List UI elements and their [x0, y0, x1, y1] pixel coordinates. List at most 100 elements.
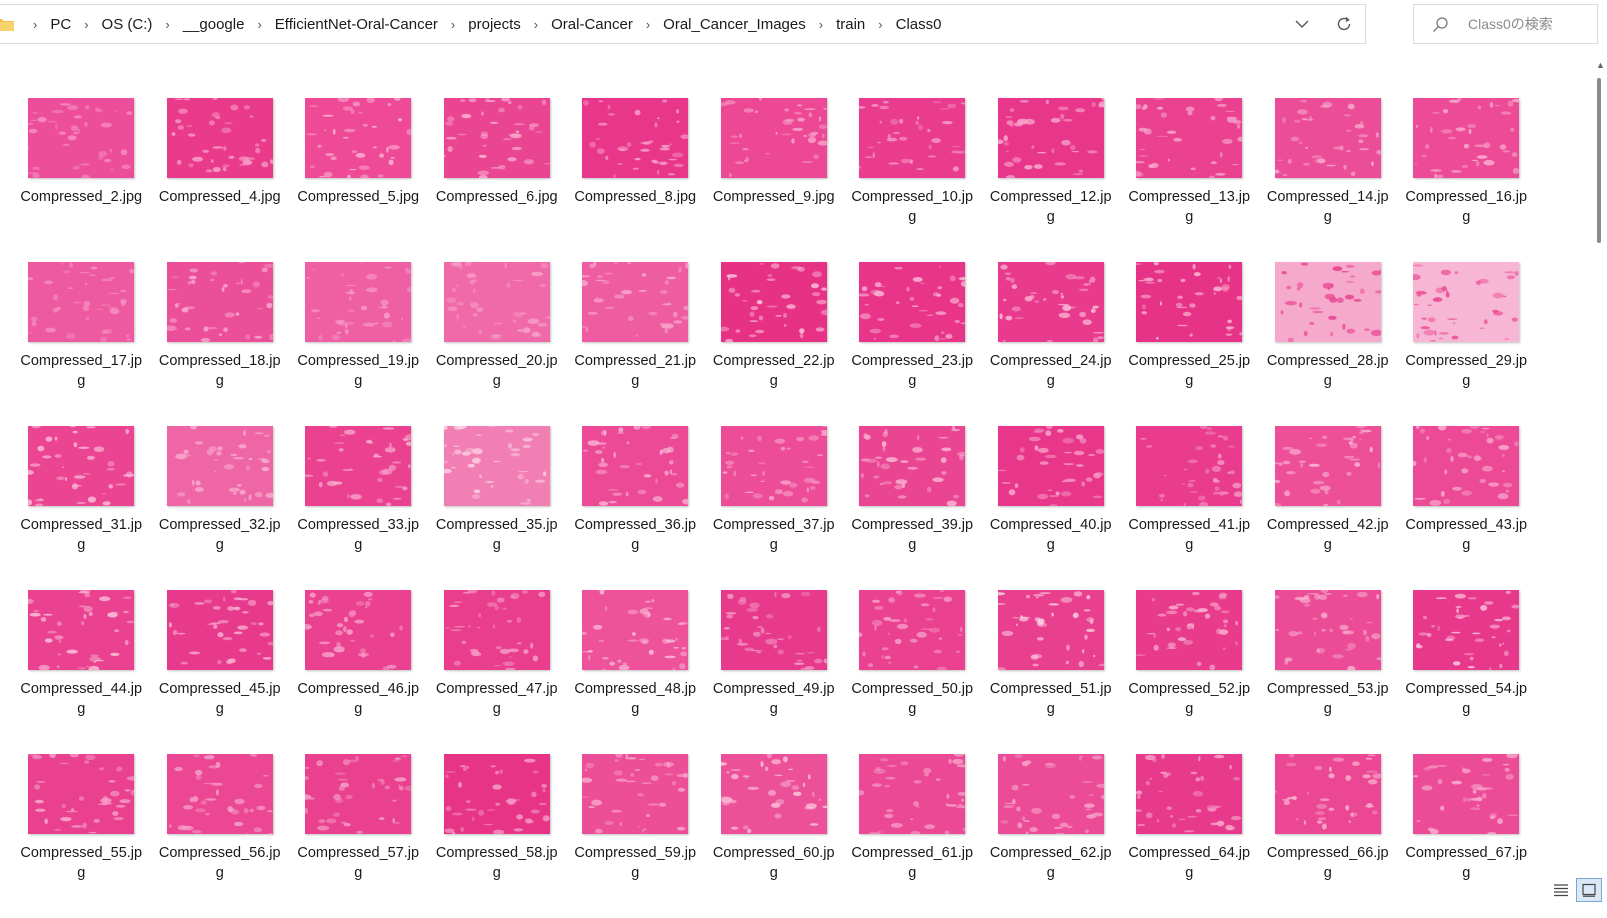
large-icons-view-button[interactable] [1576, 878, 1602, 902]
chevron-down-icon[interactable] [1281, 5, 1323, 43]
file-item[interactable]: Compressed_13.jpg [1120, 98, 1259, 262]
breadcrumb-item[interactable]: Oral_Cancer_Images [659, 16, 810, 33]
breadcrumb-item[interactable]: train [832, 16, 869, 33]
file-item[interactable]: Compressed_19.jpg [289, 262, 428, 426]
breadcrumb-chevron-icon[interactable]: › [869, 17, 891, 32]
file-item[interactable]: Compressed_35.jpg [428, 426, 567, 590]
breadcrumb-item[interactable]: __google [179, 16, 249, 33]
file-list-pane[interactable]: Compressed_2.jpg Compressed_4.jpg Compress… [0, 48, 1590, 902]
breadcrumb-chevron-icon[interactable]: › [525, 17, 547, 32]
breadcrumb-chevron-icon[interactable]: › [442, 17, 464, 32]
file-item[interactable]: Compressed_18.jpg [151, 262, 290, 426]
file-item[interactable]: Compressed_45.jpg [151, 590, 290, 754]
breadcrumb-chevron-icon[interactable]: › [75, 17, 97, 32]
file-item[interactable]: Compressed_20.jpg [428, 262, 567, 426]
file-item[interactable]: Compressed_9.jpg [705, 98, 844, 262]
file-item[interactable]: Compressed_57.jpg [289, 754, 428, 918]
scrollbar-thumb[interactable] [1597, 78, 1601, 243]
image-thumbnail [1136, 426, 1243, 506]
file-item[interactable]: Compressed_28.jpg [1259, 262, 1398, 426]
file-name: Compressed_45.jpg [158, 681, 281, 717]
file-item[interactable]: Compressed_21.jpg [566, 262, 705, 426]
image-thumbnail [1413, 426, 1520, 506]
file-item[interactable]: Compressed_31.jpg [12, 426, 151, 590]
image-thumbnail [305, 426, 412, 506]
image-thumbnail [997, 426, 1104, 506]
file-item[interactable]: Compressed_37.jpg [705, 426, 844, 590]
file-item[interactable]: Compressed_29.jpg [1397, 262, 1536, 426]
file-item[interactable]: Compressed_5.jpg [289, 98, 428, 262]
breadcrumb-chevron-icon[interactable]: › [810, 17, 832, 32]
file-item[interactable]: Compressed_10.jpg [843, 98, 982, 262]
image-thumbnail [859, 754, 966, 834]
breadcrumb-chevron-icon[interactable]: › [24, 17, 46, 32]
file-item[interactable]: Compressed_55.jpg [12, 754, 151, 918]
file-item[interactable]: Compressed_25.jpg [1120, 262, 1259, 426]
file-item[interactable]: Compressed_36.jpg [566, 426, 705, 590]
file-item[interactable]: Compressed_47.jpg [428, 590, 567, 754]
file-item[interactable]: Compressed_50.jpg [843, 590, 982, 754]
file-item[interactable]: Compressed_64.jpg [1120, 754, 1259, 918]
search-input[interactable] [1466, 15, 1590, 33]
breadcrumb-item[interactable]: Oral-Cancer [547, 16, 637, 33]
breadcrumb-chevron-icon[interactable]: › [156, 17, 178, 32]
file-item[interactable]: Compressed_40.jpg [982, 426, 1121, 590]
search-box[interactable] [1413, 4, 1598, 44]
file-item[interactable]: Compressed_17.jpg [12, 262, 151, 426]
file-item[interactable]: Compressed_24.jpg [982, 262, 1121, 426]
file-item[interactable]: Compressed_67.jpg [1397, 754, 1536, 918]
image-thumbnail [305, 754, 412, 834]
file-item[interactable]: Compressed_6.jpg [428, 98, 567, 262]
file-item[interactable]: Compressed_32.jpg [151, 426, 290, 590]
file-item[interactable]: Compressed_44.jpg [12, 590, 151, 754]
file-item[interactable]: Compressed_53.jpg [1259, 590, 1398, 754]
file-item[interactable]: Compressed_59.jpg [566, 754, 705, 918]
refresh-icon[interactable] [1323, 5, 1365, 43]
file-item[interactable]: Compressed_51.jpg [982, 590, 1121, 754]
image-thumbnail [997, 98, 1104, 178]
file-item[interactable]: Compressed_58.jpg [428, 754, 567, 918]
file-item[interactable]: Compressed_62.jpg [982, 754, 1121, 918]
scroll-up-arrow-icon[interactable]: ▲ [1596, 60, 1605, 70]
image-thumbnail [582, 426, 689, 506]
file-name: Compressed_48.jpg [574, 681, 697, 717]
file-item[interactable]: Compressed_60.jpg [705, 754, 844, 918]
file-item[interactable]: Compressed_23.jpg [843, 262, 982, 426]
file-item[interactable]: Compressed_39.jpg [843, 426, 982, 590]
breadcrumb-chevron-icon[interactable]: › [248, 17, 270, 32]
breadcrumb-item[interactable]: projects [464, 16, 525, 33]
file-item[interactable]: Compressed_16.jpg [1397, 98, 1536, 262]
breadcrumb-item[interactable]: PC [46, 16, 75, 33]
file-item[interactable]: Compressed_56.jpg [151, 754, 290, 918]
file-item[interactable]: Compressed_43.jpg [1397, 426, 1536, 590]
file-item[interactable]: Compressed_48.jpg [566, 590, 705, 754]
breadcrumb-chevron-icon[interactable]: › [637, 17, 659, 32]
file-item[interactable]: Compressed_2.jpg [12, 98, 151, 262]
breadcrumb-item[interactable]: EfficientNet-Oral-Cancer [271, 16, 442, 33]
file-item[interactable]: Compressed_33.jpg [289, 426, 428, 590]
file-item[interactable]: Compressed_66.jpg [1259, 754, 1398, 918]
file-item[interactable]: Compressed_46.jpg [289, 590, 428, 754]
file-item[interactable]: Compressed_41.jpg [1120, 426, 1259, 590]
file-item[interactable]: Compressed_61.jpg [843, 754, 982, 918]
file-name: Compressed_21.jpg [574, 353, 697, 389]
details-view-button[interactable] [1548, 878, 1574, 902]
address-bar[interactable]: › PC › OS (C:) › __google › EfficientNet-Oral-C… [0, 4, 1366, 44]
image-thumbnail [28, 426, 135, 506]
file-item[interactable]: Compressed_49.jpg [705, 590, 844, 754]
file-item[interactable]: Compressed_54.jpg [1397, 590, 1536, 754]
file-item[interactable]: Compressed_8.jpg [566, 98, 705, 262]
file-item[interactable]: Compressed_14.jpg [1259, 98, 1398, 262]
file-item[interactable]: Compressed_22.jpg [705, 262, 844, 426]
image-thumbnail [1274, 426, 1381, 506]
file-name: Compressed_56.jpg [158, 845, 281, 881]
file-item[interactable]: Compressed_12.jpg [982, 98, 1121, 262]
breadcrumb-item[interactable]: Class0 [892, 16, 946, 33]
breadcrumb-item[interactable]: OS (C:) [98, 16, 157, 33]
file-name: Compressed_44.jpg [20, 681, 143, 717]
image-thumbnail [720, 262, 827, 342]
file-item[interactable]: Compressed_52.jpg [1120, 590, 1259, 754]
file-item[interactable]: Compressed_4.jpg [151, 98, 290, 262]
file-item[interactable]: Compressed_42.jpg [1259, 426, 1398, 590]
image-thumbnail [166, 262, 273, 342]
